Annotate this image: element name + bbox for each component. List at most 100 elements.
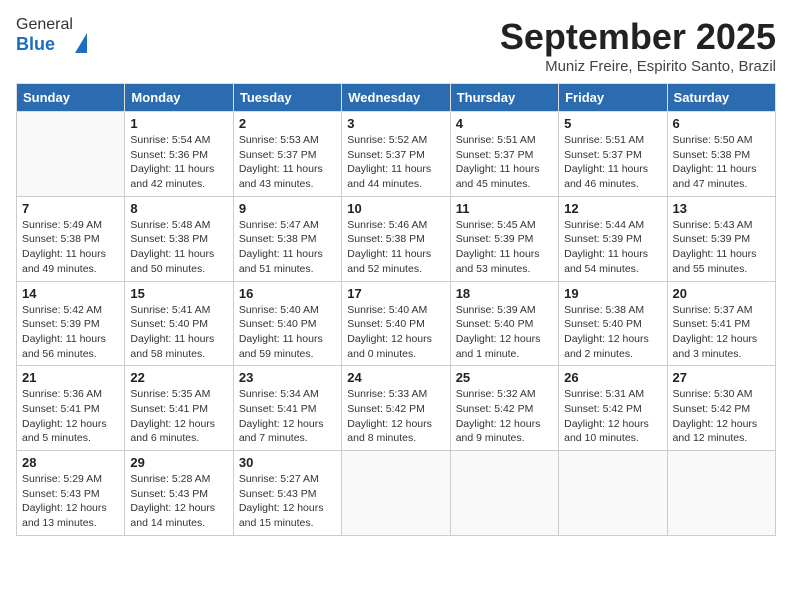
day-info: Sunrise: 5:30 AM Sunset: 5:42 PM Dayligh…: [673, 387, 770, 446]
day-info: Sunrise: 5:35 AM Sunset: 5:41 PM Dayligh…: [130, 387, 227, 446]
day-info: Sunrise: 5:32 AM Sunset: 5:42 PM Dayligh…: [456, 387, 553, 446]
day-number: 26: [564, 370, 661, 385]
day-number: 27: [673, 370, 770, 385]
day-number: 15: [130, 286, 227, 301]
calendar-cell: 1 Sunrise: 5:54 AM Sunset: 5:36 PM Daylig…: [125, 112, 233, 197]
day-number: 22: [130, 370, 227, 385]
day-info: Sunrise: 5:41 AM Sunset: 5:40 PM Dayligh…: [130, 303, 227, 362]
calendar-cell: 25 Sunrise: 5:32 AM Sunset: 5:42 PM Dayli…: [450, 366, 558, 451]
calendar-cell: 21 Sunrise: 5:36 AM Sunset: 5:41 PM Dayli…: [17, 366, 125, 451]
calendar-cell: [17, 112, 125, 197]
day-number: 9: [239, 201, 336, 216]
calendar-cell: 12Sunrise: 5:44 AM Sunset: 5:39 PM Dayli…: [559, 196, 667, 281]
day-info: Sunrise: 5:36 AM Sunset: 5:41 PM Dayligh…: [22, 387, 119, 446]
location: Muniz Freire, Espirito Santo, Brazil: [500, 58, 776, 75]
calendar-cell: 7 Sunrise: 5:49 AM Sunset: 5:38 PM Daylig…: [17, 196, 125, 281]
calendar-cell: 28 Sunrise: 5:29 AM Sunset: 5:43 PM Dayli…: [17, 451, 125, 536]
calendar-cell: [342, 451, 450, 536]
calendar-cell: 13 Sunrise: 5:43 AM Sunset: 5:39 PM Dayli…: [667, 196, 775, 281]
day-number: 10: [347, 201, 444, 216]
day-number: 29: [130, 455, 227, 470]
day-number: 7: [22, 201, 119, 216]
page-header: General Blue September 2025 Muniz Freire…: [16, 16, 776, 75]
day-info: Sunrise: 5:49 AM Sunset: 5:38 PM Dayligh…: [22, 218, 119, 277]
day-number: 6: [673, 116, 770, 131]
day-info: Sunrise: 5:33 AM Sunset: 5:42 PM Dayligh…: [347, 387, 444, 446]
title-block: September 2025 Muniz Freire, Espirito Sa…: [500, 16, 776, 75]
day-info: Sunrise: 5:42 AM Sunset: 5:39 PM Dayligh…: [22, 303, 119, 362]
day-number: 8: [130, 201, 227, 216]
logo-general: General: [16, 16, 73, 33]
week-row-0: 1 Sunrise: 5:54 AM Sunset: 5:36 PM Daylig…: [17, 112, 776, 197]
month-title: September 2025: [500, 16, 776, 58]
day-info: Sunrise: 5:27 AM Sunset: 5:43 PM Dayligh…: [239, 472, 336, 531]
day-info: Sunrise: 5:29 AM Sunset: 5:43 PM Dayligh…: [22, 472, 119, 531]
calendar-cell: 11Sunrise: 5:45 AM Sunset: 5:39 PM Dayli…: [450, 196, 558, 281]
calendar-cell: 20 Sunrise: 5:37 AM Sunset: 5:41 PM Dayli…: [667, 281, 775, 366]
day-number: 14: [22, 286, 119, 301]
calendar-cell: 17Sunrise: 5:40 AM Sunset: 5:40 PM Dayli…: [342, 281, 450, 366]
calendar-cell: 9 Sunrise: 5:47 AM Sunset: 5:38 PM Daylig…: [233, 196, 341, 281]
calendar-cell: 8 Sunrise: 5:48 AM Sunset: 5:38 PM Daylig…: [125, 196, 233, 281]
calendar-cell: 23 Sunrise: 5:34 AM Sunset: 5:41 PM Dayli…: [233, 366, 341, 451]
day-info: Sunrise: 5:47 AM Sunset: 5:38 PM Dayligh…: [239, 218, 336, 277]
week-row-2: 14 Sunrise: 5:42 AM Sunset: 5:39 PM Dayli…: [17, 281, 776, 366]
day-header-tuesday: Tuesday: [233, 84, 341, 112]
day-number: 1: [130, 116, 227, 131]
calendar-cell: 30 Sunrise: 5:27 AM Sunset: 5:43 PM Dayli…: [233, 451, 341, 536]
day-number: 13: [673, 201, 770, 216]
logo: General Blue: [16, 16, 87, 55]
logo-triangle: [75, 16, 87, 53]
day-info: Sunrise: 5:37 AM Sunset: 5:41 PM Dayligh…: [673, 303, 770, 362]
calendar-table: SundayMondayTuesdayWednesdayThursdayFrid…: [16, 83, 776, 536]
day-header-monday: Monday: [125, 84, 233, 112]
day-number: 3: [347, 116, 444, 131]
day-number: 28: [22, 455, 119, 470]
day-info: Sunrise: 5:51 AM Sunset: 5:37 PM Dayligh…: [564, 133, 661, 192]
day-number: 18: [456, 286, 553, 301]
day-info: Sunrise: 5:44 AM Sunset: 5:39 PM Dayligh…: [564, 218, 661, 277]
calendar-cell: 26 Sunrise: 5:31 AM Sunset: 5:42 PM Dayli…: [559, 366, 667, 451]
day-info: Sunrise: 5:54 AM Sunset: 5:36 PM Dayligh…: [130, 133, 227, 192]
logo-blue: Blue: [16, 34, 55, 54]
day-number: 17: [347, 286, 444, 301]
day-info: Sunrise: 5:40 AM Sunset: 5:40 PM Dayligh…: [239, 303, 336, 362]
calendar-cell: [667, 451, 775, 536]
day-header-saturday: Saturday: [667, 84, 775, 112]
calendar-cell: 14 Sunrise: 5:42 AM Sunset: 5:39 PM Dayli…: [17, 281, 125, 366]
calendar-cell: 4Sunrise: 5:51 AM Sunset: 5:37 PM Daylig…: [450, 112, 558, 197]
calendar-cell: 18 Sunrise: 5:39 AM Sunset: 5:40 PM Dayli…: [450, 281, 558, 366]
day-info: Sunrise: 5:43 AM Sunset: 5:39 PM Dayligh…: [673, 218, 770, 277]
day-number: 25: [456, 370, 553, 385]
day-info: Sunrise: 5:38 AM Sunset: 5:40 PM Dayligh…: [564, 303, 661, 362]
day-info: Sunrise: 5:50 AM Sunset: 5:38 PM Dayligh…: [673, 133, 770, 192]
calendar-cell: 22 Sunrise: 5:35 AM Sunset: 5:41 PM Dayli…: [125, 366, 233, 451]
calendar-cell: 16Sunrise: 5:40 AM Sunset: 5:40 PM Dayli…: [233, 281, 341, 366]
day-info: Sunrise: 5:48 AM Sunset: 5:38 PM Dayligh…: [130, 218, 227, 277]
day-header-wednesday: Wednesday: [342, 84, 450, 112]
day-info: Sunrise: 5:34 AM Sunset: 5:41 PM Dayligh…: [239, 387, 336, 446]
day-info: Sunrise: 5:31 AM Sunset: 5:42 PM Dayligh…: [564, 387, 661, 446]
calendar-cell: 29Sunrise: 5:28 AM Sunset: 5:43 PM Dayli…: [125, 451, 233, 536]
day-number: 5: [564, 116, 661, 131]
day-header-thursday: Thursday: [450, 84, 558, 112]
day-number: 21: [22, 370, 119, 385]
calendar-cell: 24 Sunrise: 5:33 AM Sunset: 5:42 PM Dayli…: [342, 366, 450, 451]
week-row-1: 7 Sunrise: 5:49 AM Sunset: 5:38 PM Daylig…: [17, 196, 776, 281]
day-info: Sunrise: 5:39 AM Sunset: 5:40 PM Dayligh…: [456, 303, 553, 362]
day-number: 23: [239, 370, 336, 385]
calendar-cell: [450, 451, 558, 536]
calendar-cell: 10 Sunrise: 5:46 AM Sunset: 5:38 PM Dayli…: [342, 196, 450, 281]
day-header-friday: Friday: [559, 84, 667, 112]
day-number: 20: [673, 286, 770, 301]
day-info: Sunrise: 5:51 AM Sunset: 5:37 PM Dayligh…: [456, 133, 553, 192]
week-row-3: 21 Sunrise: 5:36 AM Sunset: 5:41 PM Dayli…: [17, 366, 776, 451]
day-number: 11: [456, 201, 553, 216]
calendar-cell: 5 Sunrise: 5:51 AM Sunset: 5:37 PM Daylig…: [559, 112, 667, 197]
day-info: Sunrise: 5:52 AM Sunset: 5:37 PM Dayligh…: [347, 133, 444, 192]
day-number: 30: [239, 455, 336, 470]
day-info: Sunrise: 5:46 AM Sunset: 5:38 PM Dayligh…: [347, 218, 444, 277]
calendar-cell: [559, 451, 667, 536]
day-header-sunday: Sunday: [17, 84, 125, 112]
day-number: 24: [347, 370, 444, 385]
